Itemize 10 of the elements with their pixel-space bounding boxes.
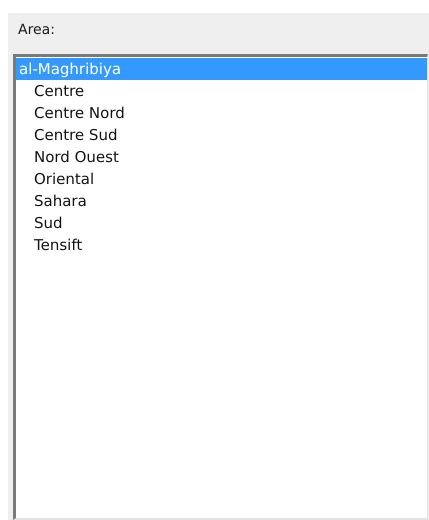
area-label: Area: (17, 21, 55, 40)
list-item[interactable]: Tensift (16, 234, 82, 256)
list-item[interactable]: Centre (16, 80, 84, 102)
area-list[interactable]: al-Maghribiya Centre Centre Nord Centre Sud Nord Ouest Oriental Sahara Sud Tensift (13, 54, 428, 520)
list-item[interactable]: Centre Nord (16, 102, 125, 124)
list-item[interactable]: Sud (16, 212, 63, 234)
list-item[interactable]: Oriental (16, 168, 94, 190)
list-item[interactable]: Sahara (16, 190, 87, 212)
list-item[interactable]: Centre Sud (16, 124, 118, 146)
list-item[interactable]: Nord Ouest (16, 146, 119, 168)
